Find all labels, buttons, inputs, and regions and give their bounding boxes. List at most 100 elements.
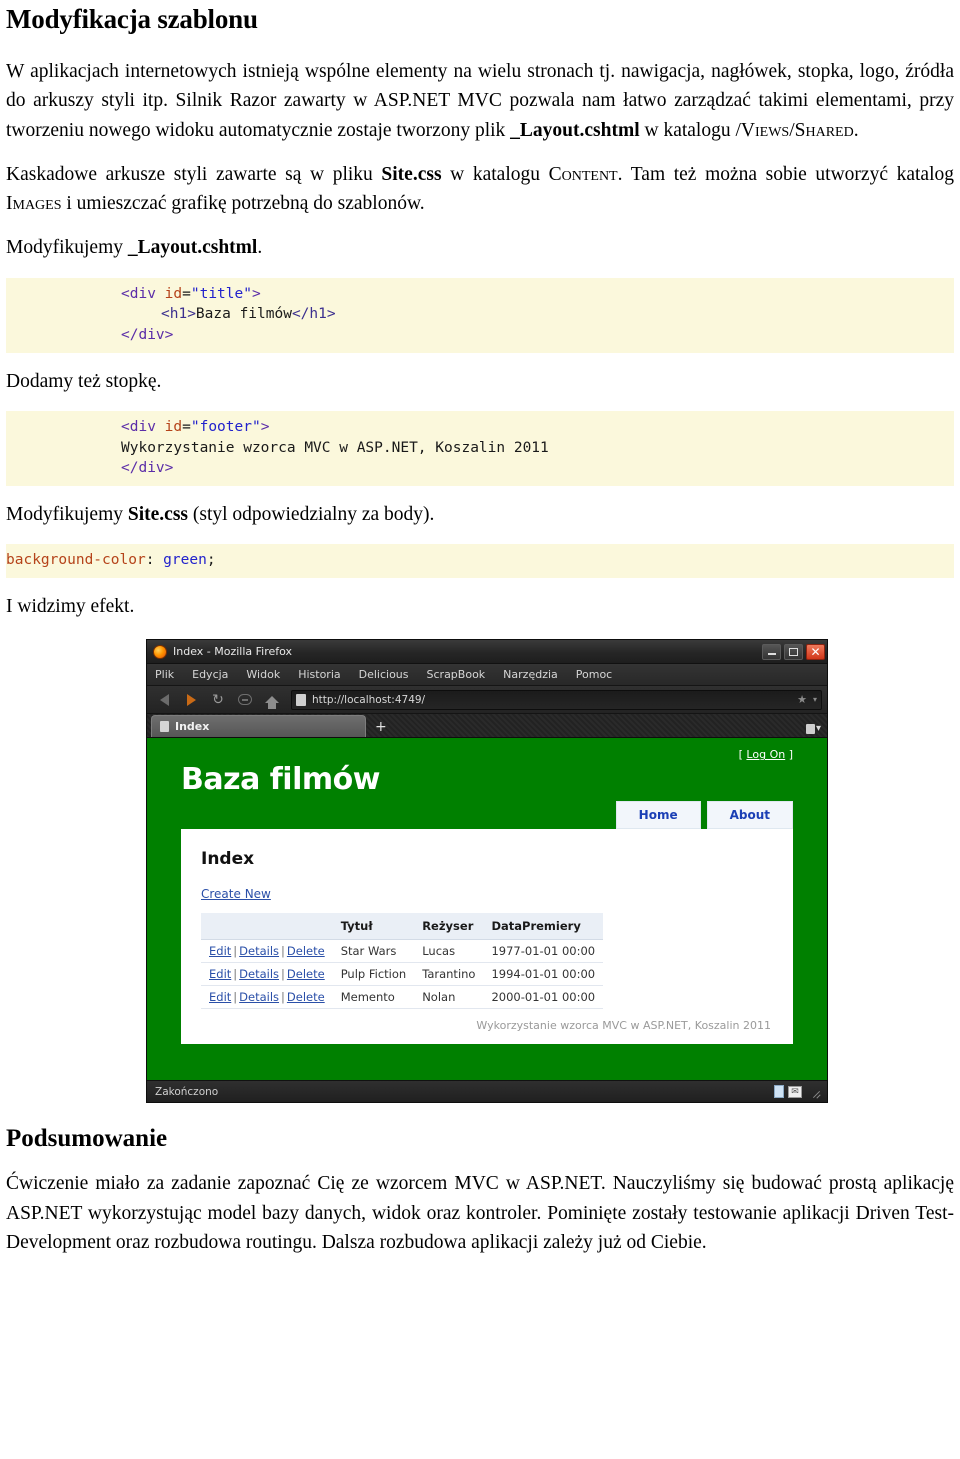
th-actions — [201, 913, 333, 941]
row-actions: Edit | Details | Delete — [201, 939, 333, 964]
code-f-line-2: Wykorzystanie wzorca MVC w ASP.NET, Kosz… — [6, 438, 954, 459]
menu-item-edycja[interactable]: Edycja — [192, 668, 228, 681]
nav-about-button[interactable]: About — [706, 801, 793, 830]
minimize-button[interactable] — [762, 643, 781, 660]
table-header-row: Tytuł Reżyser DataPremiery — [201, 913, 604, 941]
home-button[interactable] — [260, 690, 284, 710]
css-text-c: . Tam też można sobie utworzyć katalog — [617, 163, 954, 185]
resize-grip-icon[interactable] — [810, 1086, 822, 1098]
sep-2: | — [281, 967, 285, 982]
window-controls: ✕ — [762, 643, 825, 660]
status-panel-icon[interactable] — [774, 1085, 784, 1099]
effect-paragraph: I widzimy efekt. — [6, 596, 135, 618]
code-line-3: </div> — [6, 325, 954, 346]
code-h1-text: Baza filmów — [195, 306, 292, 323]
tab-index[interactable]: Index — [151, 715, 366, 738]
delete-link[interactable]: Delete — [287, 944, 325, 958]
new-tab-button[interactable]: + — [375, 720, 387, 737]
reload-button[interactable]: ↻ — [206, 690, 230, 710]
code-tag-gt: > — [251, 285, 261, 302]
intro-text-d: . — [853, 119, 859, 141]
table-row: Edit | Details | Delete Pulp Fiction Taranti… — [201, 962, 604, 987]
intro-paragraph: W aplikacjach internetowych istnieją wsp… — [6, 57, 954, 145]
content-card: Index Create New Tytuł Reżyser DataPremi… — [181, 829, 793, 1045]
nav-home-button[interactable]: Home — [615, 801, 701, 830]
code-f-tag-gt: > — [260, 418, 270, 435]
page-icon — [296, 693, 306, 706]
menu-item-historia[interactable]: Historia — [298, 668, 340, 681]
table-row: Edit | Details | Delete Memento Nolan 2000-0… — [201, 985, 604, 1010]
cell-title: Star Wars — [332, 939, 415, 964]
cell-director: Nolan — [414, 985, 484, 1010]
list-all-tabs-button[interactable]: ▾ — [805, 723, 821, 737]
firefox-window: Index - Mozilla Firefox ✕ Plik Edycja Wi… — [146, 639, 828, 1104]
delete-link[interactable]: Delete — [287, 967, 325, 981]
forward-button[interactable] — [179, 690, 203, 710]
forward-arrow-icon — [186, 693, 196, 706]
modify-text-a: Modyfikujemy — [6, 237, 128, 259]
movies-table: Tytuł Reżyser DataPremiery Edit | Details |… — [201, 913, 604, 1010]
cell-director: Tarantino — [414, 962, 484, 987]
back-button[interactable] — [152, 690, 176, 710]
menu-item-delicious[interactable]: Delicious — [359, 668, 409, 681]
modify-sitecss-paragraph: Modyfikujemy Site.css (styl odpowiedzial… — [6, 500, 954, 529]
mail-icon[interactable]: ✉ — [788, 1085, 802, 1098]
site-title: Baza filmów — [181, 762, 380, 798]
address-bar[interactable]: http://localhost:4749/ ★ ▾ — [291, 689, 822, 710]
tablist-caret-icon: ▾ — [815, 723, 821, 735]
views-dir: Views — [740, 119, 790, 141]
sitecss-file-ref: Site.css — [381, 163, 442, 185]
cell-premiere: 1994-01-01 00:00 — [483, 962, 604, 987]
code-line-1: <div id="title"> — [6, 284, 954, 305]
code-value: "title" — [190, 285, 252, 302]
navigation-toolbar: ↻ http://localhost:4749/ ★ ▾ — [147, 686, 827, 715]
shared-dir: Shared — [794, 119, 854, 141]
code-f-line-1: <div id="footer"> — [6, 417, 954, 438]
sep-1: | — [233, 990, 238, 1005]
sitecss-file-ref-2: Site.css — [127, 504, 188, 526]
css-text-b: w katalogu — [441, 163, 549, 185]
sep-2: | — [281, 944, 285, 959]
menu-bar: Plik Edycja Widok Historia Delicious Scr… — [147, 664, 827, 687]
menu-item-pomoc[interactable]: Pomoc — [576, 668, 612, 681]
edit-link[interactable]: Edit — [209, 944, 231, 958]
cell-director: Lucas — [414, 939, 484, 964]
code-f-line-3: </div> — [6, 458, 954, 479]
movies-table-body: Edit | Details | Delete Star Wars Lucas 1977… — [201, 939, 604, 1010]
code-h1-close: </h1> — [291, 306, 336, 323]
maximize-button[interactable] — [784, 643, 803, 660]
close-button[interactable]: ✕ — [806, 643, 825, 660]
modify-layout-paragraph: Modyfikujemy _Layout.cshtml. — [6, 233, 954, 262]
edit-link[interactable]: Edit — [209, 967, 231, 981]
url-text: http://localhost:4749/ — [312, 693, 426, 706]
close-icon: ✕ — [810, 644, 821, 659]
site-nav-menu: Home About — [163, 801, 811, 830]
sitecss-text-b: (styl odpowiedzialny za body). — [188, 504, 435, 526]
log-on-link[interactable]: Log On — [746, 748, 785, 761]
tab-label: Index — [175, 720, 210, 734]
details-link[interactable]: Details — [239, 944, 279, 958]
bookmark-star-icon[interactable]: ★ — [797, 693, 807, 706]
cell-premiere: 2000-01-01 00:00 — [483, 985, 604, 1010]
movies-table-head: Tytuł Reżyser DataPremiery — [201, 913, 604, 941]
menu-item-narzedzia[interactable]: Narzędzia — [503, 668, 558, 681]
summary-paragraph: Ćwiczenie miało za zadanie zapoznać Cię … — [6, 1173, 954, 1253]
code-eq: = — [182, 285, 191, 302]
create-new-link[interactable]: Create New — [201, 887, 271, 901]
delete-link[interactable]: Delete — [287, 990, 325, 1004]
css-property: background-color — [6, 552, 146, 569]
stop-button[interactable] — [233, 690, 257, 710]
status-bar: Zakończono ✉ — [147, 1080, 827, 1103]
code-f-eq: = — [182, 418, 191, 435]
menu-item-plik[interactable]: Plik — [155, 668, 174, 681]
table-row: Edit | Details | Delete Star Wars Lucas 1977… — [201, 939, 604, 964]
code-f-value: "footer" — [190, 418, 261, 435]
menu-item-widok[interactable]: Widok — [246, 668, 280, 681]
tab-bar: Index + ▾ — [147, 714, 827, 739]
details-link[interactable]: Details — [239, 990, 279, 1004]
code-block-title-div: <div id="title"> <h1>Baza filmów</h1> </di… — [6, 277, 954, 353]
details-link[interactable]: Details — [239, 967, 279, 981]
menu-item-scrapbook[interactable]: ScrapBook — [427, 668, 486, 681]
chevron-down-icon[interactable]: ▾ — [813, 695, 817, 704]
edit-link[interactable]: Edit — [209, 990, 231, 1004]
